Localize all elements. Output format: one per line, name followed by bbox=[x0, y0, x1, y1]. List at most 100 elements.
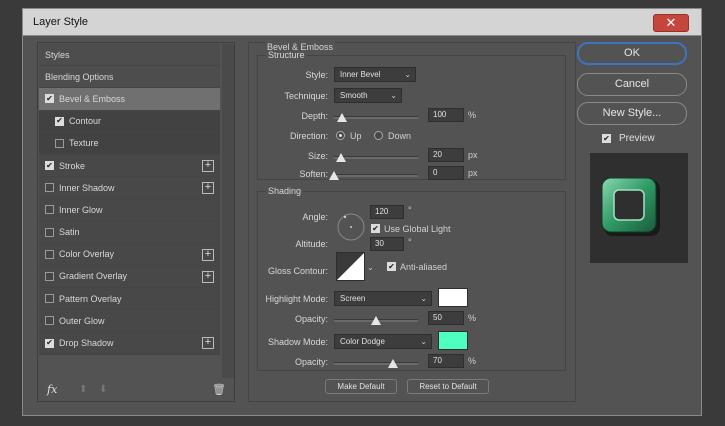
depth-input[interactable]: 100 bbox=[428, 108, 464, 122]
shadow-opacity-input[interactable]: 70 bbox=[428, 354, 464, 368]
size-label: Size: bbox=[307, 151, 328, 161]
style-item-checkbox[interactable] bbox=[45, 249, 54, 259]
style-item-checkbox[interactable] bbox=[45, 227, 54, 237]
style-item-label: Outer Glow bbox=[59, 315, 105, 326]
highlight-opacity-label: Opacity: bbox=[294, 314, 328, 324]
style-item-checkbox[interactable] bbox=[45, 316, 54, 326]
svg-text:⌄: ⌄ bbox=[367, 263, 374, 272]
style-value: Inner Bevel bbox=[340, 70, 381, 79]
title-bar: Layer Style ✕ bbox=[22, 8, 702, 36]
style-item-outer-glow[interactable]: Outer Glow bbox=[39, 310, 220, 333]
depth-unit: % bbox=[468, 110, 477, 120]
style-item-label: Stroke bbox=[59, 160, 86, 171]
soften-input[interactable]: 0 bbox=[428, 166, 464, 180]
fx-menu-button[interactable]: fx bbox=[47, 383, 57, 396]
style-item-checkbox[interactable]: ✔ bbox=[45, 94, 54, 104]
anti-aliased-checkbox[interactable]: ✔ bbox=[387, 262, 396, 271]
style-item-checkbox[interactable]: ✔ bbox=[45, 338, 54, 348]
new-style-button[interactable]: New Style... bbox=[577, 102, 687, 125]
direction-label: Direction: bbox=[289, 131, 328, 141]
style-item-gradient-overlay[interactable]: Gradient Overlay + bbox=[39, 265, 220, 289]
direction-down-radio[interactable] bbox=[374, 131, 383, 140]
soften-slider-knob[interactable] bbox=[329, 171, 339, 180]
style-item-label: Color Overlay bbox=[59, 249, 115, 260]
depth-slider-knob[interactable] bbox=[337, 113, 348, 122]
add-effect-icon[interactable]: + bbox=[202, 248, 214, 261]
soften-slider[interactable] bbox=[329, 171, 418, 180]
highlight-color-swatch[interactable] bbox=[438, 288, 468, 307]
style-item-bevel-emboss[interactable]: ✔ Bevel & Emboss bbox=[39, 88, 220, 111]
style-item-inner-shadow[interactable]: Inner Shadow + bbox=[39, 177, 220, 200]
add-effect-icon[interactable]: + bbox=[202, 182, 214, 195]
style-item-checkbox[interactable] bbox=[55, 138, 64, 148]
highlight-mode-dropdown[interactable]: Screen ⌄ bbox=[334, 291, 432, 306]
technique-value: Smooth bbox=[340, 91, 368, 100]
style-item-label: Satin bbox=[59, 227, 80, 238]
angle-label: Angle: bbox=[302, 212, 328, 222]
technique-dropdown[interactable]: Smooth ⌄ bbox=[334, 88, 402, 103]
close-button[interactable]: ✕ bbox=[653, 14, 689, 32]
highlight-opacity-knob[interactable] bbox=[371, 316, 381, 325]
size-slider-knob[interactable] bbox=[335, 153, 346, 162]
style-item-satin[interactable]: Satin bbox=[39, 221, 220, 244]
anti-aliased-label: Anti-aliased bbox=[400, 262, 448, 272]
style-item-styles[interactable]: Styles bbox=[39, 44, 220, 67]
size-slider[interactable] bbox=[334, 153, 418, 162]
make-default-button[interactable]: Make Default bbox=[325, 379, 397, 394]
chevron-down-icon: ⌄ bbox=[420, 337, 427, 346]
shadow-opacity-knob[interactable] bbox=[387, 359, 398, 368]
depth-slider[interactable] bbox=[334, 113, 418, 122]
styles-scrollbar[interactable] bbox=[222, 44, 234, 378]
add-effect-icon[interactable]: + bbox=[202, 270, 214, 283]
highlight-opacity-slider[interactable] bbox=[334, 316, 418, 325]
style-item-inner-glow[interactable]: Inner Glow bbox=[39, 199, 220, 222]
style-item-drop-shadow[interactable]: ✔ Drop Shadow + bbox=[39, 332, 220, 355]
shadow-mode-dropdown[interactable]: Color Dodge ⌄ bbox=[334, 334, 432, 349]
style-item-texture[interactable]: Texture bbox=[39, 132, 220, 155]
style-dropdown[interactable]: Inner Bevel ⌄ bbox=[334, 67, 416, 82]
reset-to-default-button[interactable]: Reset to Default bbox=[407, 379, 489, 394]
move-down-icon[interactable]: ⬇ bbox=[99, 384, 107, 395]
size-input[interactable]: 20 bbox=[428, 148, 464, 162]
chevron-down-icon: ⌄ bbox=[420, 294, 427, 303]
angle-dial[interactable] bbox=[336, 212, 366, 242]
style-item-label: Texture bbox=[69, 138, 99, 149]
move-up-icon[interactable]: ⬆ bbox=[79, 384, 87, 395]
style-item-checkbox[interactable]: ✔ bbox=[55, 116, 64, 126]
style-item-checkbox[interactable] bbox=[45, 294, 54, 304]
style-item-blending-options[interactable]: Blending Options bbox=[39, 66, 220, 89]
style-item-checkbox[interactable] bbox=[45, 205, 54, 215]
ok-button[interactable]: OK bbox=[577, 42, 687, 65]
use-global-light-checkbox[interactable]: ✔ bbox=[371, 224, 380, 233]
highlight-mode-value: Screen bbox=[340, 294, 366, 303]
add-effect-icon[interactable]: + bbox=[202, 337, 214, 350]
style-item-label: Contour bbox=[69, 116, 102, 127]
structure-group: Structure Style: Inner Bevel ⌄ Technique:… bbox=[257, 50, 566, 180]
gloss-contour-picker[interactable]: ⌄ bbox=[336, 252, 376, 282]
highlight-opacity-input[interactable]: 50 bbox=[428, 311, 464, 325]
preview-checkbox[interactable]: ✔ bbox=[602, 134, 611, 143]
style-item-color-overlay[interactable]: Color Overlay + bbox=[39, 243, 220, 266]
style-label: Style: bbox=[305, 70, 328, 80]
altitude-input[interactable]: 30 bbox=[370, 237, 404, 251]
shadow-opacity-slider[interactable] bbox=[334, 359, 418, 368]
style-item-label: Inner Glow bbox=[59, 204, 103, 215]
style-item-checkbox[interactable]: ✔ bbox=[45, 161, 54, 171]
add-effect-icon[interactable]: + bbox=[202, 159, 214, 172]
style-item-label: Drop Shadow bbox=[59, 338, 114, 349]
shadow-color-swatch[interactable] bbox=[438, 331, 468, 350]
style-item-pattern-overlay[interactable]: Pattern Overlay bbox=[39, 288, 220, 311]
trash-icon[interactable]: 🗑 bbox=[212, 383, 226, 396]
cancel-button[interactable]: Cancel bbox=[577, 73, 687, 96]
style-item-stroke[interactable]: ✔ Stroke + bbox=[39, 154, 220, 178]
angle-input[interactable]: 120 bbox=[370, 205, 404, 219]
direction-up-radio[interactable] bbox=[336, 131, 345, 140]
style-item-checkbox[interactable] bbox=[45, 183, 54, 193]
direction-down-label: Down bbox=[388, 131, 412, 141]
highlight-opacity-unit: % bbox=[468, 313, 477, 323]
size-unit: px bbox=[468, 150, 478, 160]
altitude-label: Altitude: bbox=[295, 239, 328, 249]
style-item-checkbox[interactable] bbox=[45, 271, 54, 281]
bevel-emboss-panel: Bevel & Emboss Structure Style: Inner Be… bbox=[248, 42, 576, 402]
style-item-contour[interactable]: ✔ Contour bbox=[39, 110, 220, 133]
